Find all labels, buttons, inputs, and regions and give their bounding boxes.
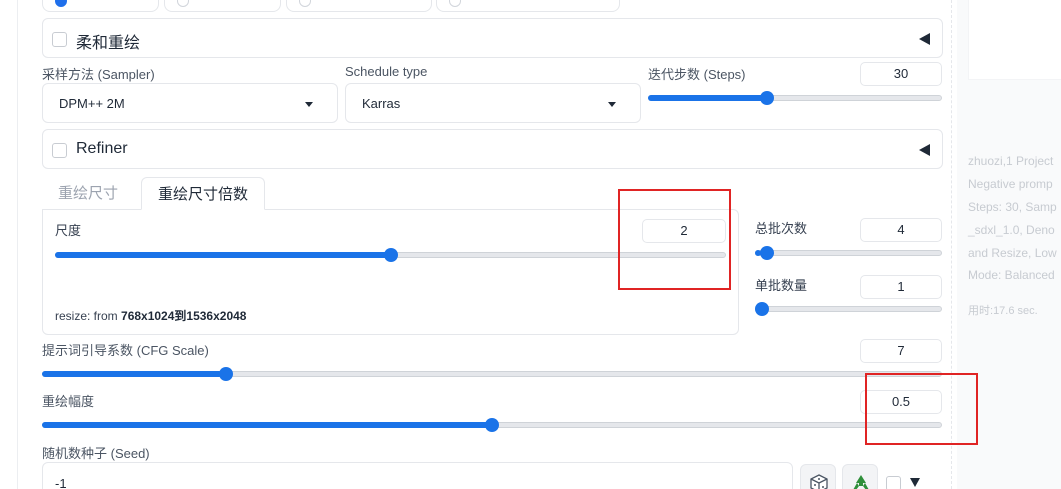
- soft-inpaint-label: 柔和重绘: [76, 35, 141, 52]
- resize-info: resize: from 768x1024到1536x2048: [55, 307, 246, 324]
- batch-size-label: 单批数量: [755, 278, 808, 293]
- batch-count-input[interactable]: 4: [860, 218, 942, 242]
- sampler-label: 采样方法 (Sampler): [42, 67, 155, 82]
- radio-dot-icon: [177, 0, 189, 7]
- soft-inpaint-checkbox[interactable]: [52, 32, 67, 47]
- cfg-label: 提示词引导系数 (CFG Scale): [42, 343, 209, 358]
- schedule-label: Schedule type: [345, 64, 428, 79]
- scale-label: 尺度: [55, 223, 82, 238]
- seed-value: -1: [55, 476, 67, 489]
- reuse-seed-button[interactable]: [842, 464, 878, 489]
- info-line: and Resize, Low: [968, 246, 1057, 260]
- steps-input[interactable]: 30: [860, 62, 942, 86]
- panel-edge: [17, 0, 18, 489]
- highlight-box-scale: [618, 189, 731, 290]
- seed-label: 随机数种子 (Seed): [42, 446, 150, 461]
- mode-pill-4[interactable]: [436, 0, 620, 12]
- denoise-label: 重绘幅度: [42, 394, 95, 409]
- resize-dimensions: 768x1024到1536x2048: [121, 309, 247, 323]
- info-line: Negative promp: [968, 177, 1053, 191]
- refiner-accordion[interactable]: Refiner: [42, 129, 943, 169]
- time-value: 17.6 sec.: [993, 305, 1038, 317]
- steps-label: 迭代步数 (Steps): [648, 67, 746, 82]
- seed-input[interactable]: -1: [42, 462, 793, 489]
- info-line: _sdxl_1.0, Deno: [968, 223, 1055, 237]
- collapse-triangle-icon[interactable]: [919, 144, 930, 156]
- dice-icon: [810, 474, 828, 489]
- sampler-dropdown[interactable]: DPM++ 2M: [42, 83, 338, 123]
- chevron-down-icon: [608, 102, 616, 107]
- tab-resize-to[interactable]: 重绘尺寸: [42, 177, 134, 210]
- batch-size-slider[interactable]: [755, 302, 942, 316]
- mode-pill-2[interactable]: [164, 0, 281, 12]
- info-line: Steps: 30, Samp: [968, 200, 1057, 214]
- extra-seed-checkbox[interactable]: [886, 476, 901, 489]
- soft-inpaint-accordion[interactable]: 柔和重绘: [42, 18, 943, 58]
- chevron-down-icon: [305, 102, 313, 107]
- denoise-slider[interactable]: [42, 418, 942, 432]
- recycle-icon: [853, 475, 869, 489]
- refiner-checkbox[interactable]: [52, 143, 67, 158]
- highlight-box-denoise: [865, 373, 978, 445]
- batch-size-input[interactable]: 1: [860, 275, 942, 299]
- sampler-value: DPM++ 2M: [59, 96, 125, 111]
- radio-dot-icon: [449, 0, 461, 7]
- random-seed-button[interactable]: [800, 464, 836, 489]
- cfg-slider[interactable]: [42, 367, 942, 381]
- collapse-triangle-icon[interactable]: [919, 33, 930, 45]
- schedule-value: Karras: [362, 96, 401, 111]
- info-line: Mode: Balanced: [968, 268, 1055, 282]
- refiner-label: Refiner: [76, 140, 128, 157]
- radio-dot-icon: [55, 0, 67, 7]
- batch-count-label: 总批次数: [755, 221, 808, 236]
- mode-pill-1[interactable]: [42, 0, 159, 12]
- steps-slider[interactable]: [648, 91, 942, 105]
- mode-pill-3[interactable]: [286, 0, 432, 12]
- batch-count-slider[interactable]: [755, 246, 942, 260]
- time-prefix: 用时:: [968, 305, 994, 317]
- result-image-area: [968, 0, 1061, 80]
- cfg-input[interactable]: 7: [860, 339, 942, 363]
- schedule-dropdown[interactable]: Karras: [345, 83, 641, 123]
- tab-resize-by[interactable]: 重绘尺寸倍数: [141, 177, 266, 210]
- resize-prefix: resize: from: [55, 309, 122, 323]
- radio-dot-icon: [299, 0, 311, 7]
- expand-down-icon[interactable]: [910, 478, 920, 487]
- info-line: zhuozi,1 Project: [968, 154, 1054, 168]
- generation-time: 用时:17.6 sec.: [968, 302, 1038, 318]
